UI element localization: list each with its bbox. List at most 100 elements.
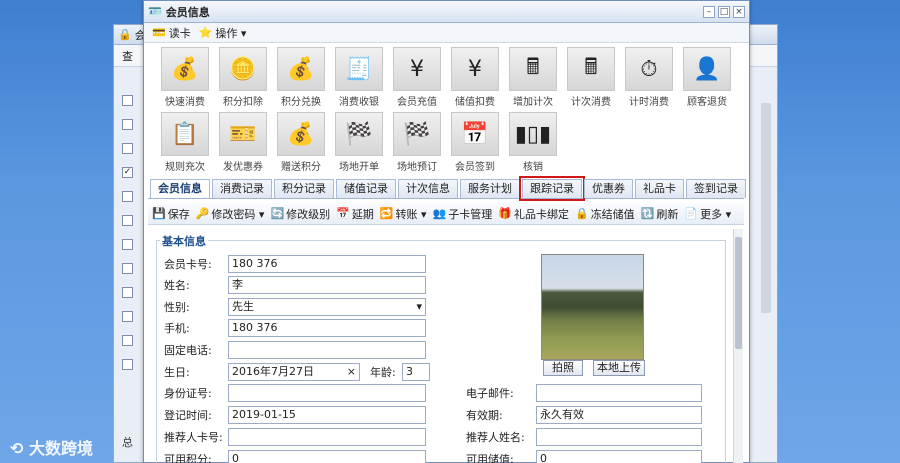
tile-barcode[interactable]: ▮▯▮ 核销 [504, 112, 562, 173]
venue-open-icon: 🏁 [335, 112, 383, 156]
points-input[interactable]: 0 [228, 450, 426, 463]
transfer-action[interactable]: 🔁 转账 ▾ [380, 206, 427, 222]
tile-user-return[interactable]: 👤 顾客退货 [678, 47, 736, 108]
subcard-action[interactable]: 👥 子卡管理 [433, 206, 493, 222]
action-label: 礼品卡绑定 [513, 207, 569, 221]
age-input[interactable]: 3 [402, 363, 430, 381]
calendar-action[interactable]: 📅 延期 [336, 206, 374, 222]
row-checkbox[interactable] [122, 335, 133, 346]
tile-calculator-add[interactable]: 🖩 增加计次 [504, 47, 562, 108]
upload-photo-button[interactable]: 本地上传 [593, 360, 645, 376]
name-label: 姓名: [164, 279, 190, 292]
background-scrollbar[interactable] [761, 103, 771, 313]
tile-venue-book[interactable]: 🏁 场地预订 [388, 112, 446, 173]
tab-2[interactable]: 积分记录 [274, 179, 334, 198]
window-title: 会员信息 [165, 5, 210, 19]
action-label: 冻结储值 [590, 207, 635, 221]
tile-label: 快速消费 [165, 97, 205, 108]
valid-input[interactable]: 永久有效 [536, 406, 702, 424]
tab-7[interactable]: 优惠券 [584, 179, 633, 198]
tile-rule-recharge[interactable]: 📋 规则充次 [156, 112, 214, 173]
ref-card-input[interactable] [228, 428, 426, 446]
tab-1[interactable]: 消费记录 [212, 179, 272, 198]
tel-input[interactable] [228, 341, 426, 359]
tile-gift-points[interactable]: 💰 赠送积分 [272, 112, 330, 173]
tab-9[interactable]: 签到记录 [686, 179, 746, 198]
operate-menu[interactable]: ⭐ 操作 ▾ [199, 25, 247, 41]
name-input[interactable]: 李 [228, 276, 426, 294]
reg-label: 登记时间: [164, 409, 212, 422]
id-input[interactable] [228, 384, 426, 402]
level-action[interactable]: 🔄 修改级别 [270, 206, 330, 222]
take-photo-button[interactable]: 拍照 [543, 360, 583, 376]
phone-label: 手机: [164, 322, 190, 335]
scrollbar-thumb[interactable] [735, 237, 742, 349]
tile-label: 会员充值 [397, 97, 437, 108]
tab-3[interactable]: 储值记录 [336, 179, 396, 198]
key-action[interactable]: 🔑 修改密码 ▾ [196, 206, 265, 222]
ref-name-input[interactable] [536, 428, 702, 446]
clock-icon: ⏱ [625, 47, 673, 91]
coins-minus-icon: 🪙 [219, 47, 267, 91]
minimize-button[interactable]: – [703, 5, 715, 18]
form-scrollbar[interactable] [733, 229, 743, 463]
row-checkbox[interactable] [122, 359, 133, 370]
tab-0[interactable]: 会员信息 [150, 179, 210, 198]
tab-8[interactable]: 礼品卡 [635, 179, 684, 198]
tab-4[interactable]: 计次信息 [398, 179, 458, 198]
row-checkbox[interactable] [122, 191, 133, 202]
gender-select[interactable]: 先生 ▾ [228, 298, 426, 316]
email-row: 电子邮件: [466, 384, 702, 402]
tile-money-bag-exchange[interactable]: 💰 积分兑换 [272, 47, 330, 108]
tab-5[interactable]: 服务计划 [460, 179, 520, 198]
yen-add-icon: ¥ [393, 47, 441, 91]
tile-label: 储值扣费 [455, 97, 495, 108]
save-action[interactable]: 💾 保存 [152, 206, 190, 222]
clear-icon[interactable]: × [347, 364, 356, 380]
birthday-input[interactable]: 2016年7月27日 × [228, 363, 360, 381]
giftcard-action[interactable]: 🎁 礼品卡绑定 [498, 206, 569, 222]
row-checkbox[interactable] [122, 215, 133, 226]
more-action[interactable]: 📄 更多 ▾ [684, 206, 731, 222]
background-checkbox-list: ✓ [122, 95, 133, 370]
tile-coins-minus[interactable]: 🪙 积分扣除 [214, 47, 272, 108]
tile-calendar-checkin[interactable]: 📅 会员签到 [446, 112, 504, 173]
close-button[interactable]: × [733, 5, 745, 18]
card-no-input[interactable]: 180 376 [228, 255, 426, 273]
row-checkbox[interactable] [122, 239, 133, 250]
ref-card-label: 推荐人卡号: [164, 431, 223, 444]
row-checkbox[interactable] [122, 311, 133, 322]
tile-money-bag[interactable]: 💰 快速消费 [156, 47, 214, 108]
balance-input[interactable]: 0 [536, 450, 702, 463]
tab-6[interactable]: 跟踪记录 [519, 176, 585, 201]
tile-cash-register[interactable]: 🧾 消费收银 [330, 47, 388, 108]
birthday-label: 生日: [164, 366, 190, 379]
row-checkbox[interactable] [122, 287, 133, 298]
row-checkbox[interactable] [122, 95, 133, 106]
refresh-icon: 🔃 [640, 207, 655, 220]
tile-yen-add[interactable]: ¥ 会员充值 [388, 47, 446, 108]
email-input[interactable] [536, 384, 702, 402]
query-button[interactable]: 查 [122, 48, 133, 64]
tile-yen-minus[interactable]: ¥ 储值扣费 [446, 47, 504, 108]
tile-label: 赠送积分 [281, 162, 321, 173]
calculator-add-icon: 🖩 [509, 47, 557, 91]
phone-input[interactable]: 180 376 [228, 319, 426, 337]
tile-coupon[interactable]: 🎫 发优惠券 [214, 112, 272, 173]
read-card-menu[interactable]: 💳 读卡 [152, 25, 191, 41]
row-checkbox[interactable] [122, 263, 133, 274]
calendar-checkin-icon: 📅 [451, 112, 499, 156]
subcard-icon: 👥 [432, 207, 447, 220]
row-checkbox[interactable] [122, 143, 133, 154]
reg-row: 登记时间: 2019-01-15 [164, 406, 426, 424]
freeze-action[interactable]: 🔒 冻结储值 [575, 206, 635, 222]
reg-input[interactable]: 2019-01-15 [228, 406, 426, 424]
row-checkbox-checked[interactable]: ✓ [122, 167, 133, 178]
tile-venue-open[interactable]: 🏁 场地开单 [330, 112, 388, 173]
row-checkbox[interactable] [122, 119, 133, 130]
tile-clock[interactable]: ⏱ 计时消费 [620, 47, 678, 108]
tile-calculator[interactable]: 🖩 计次消费 [562, 47, 620, 108]
maximize-button[interactable]: □ [718, 5, 730, 18]
refresh-action[interactable]: 🔃 刷新 [641, 206, 679, 222]
action-label: 修改级别 [286, 207, 331, 221]
